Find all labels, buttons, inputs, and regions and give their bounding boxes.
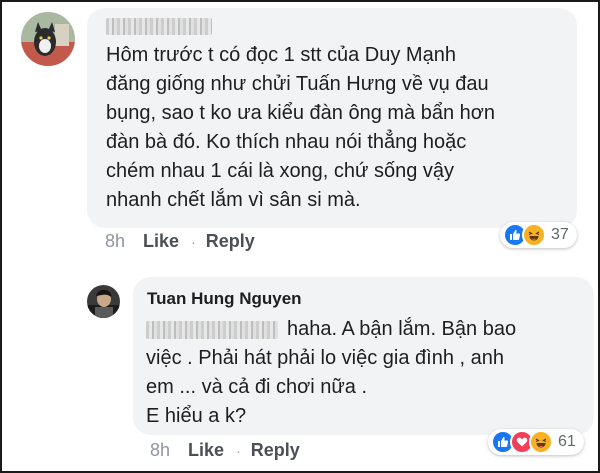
reaction-count: 37 [551,226,569,243]
comment-text: Hôm trước t có đọc 1 stt của Duy Mạnh đă… [106,44,495,211]
reply-reactions[interactable]: 61 [488,429,584,455]
reply-text-line-4: E hiểu a k? [146,405,247,427]
reply-text-line-1: haha. A bận lắm. Bận bao [287,318,517,340]
like-link[interactable]: Like [143,231,179,252]
haha-icon [529,430,553,454]
reply-author-name[interactable]: Tuan Hung Nguyen [147,289,302,309]
reply-bubble: Tuan Hung Nguyen haha. A bận lắm. Bận ba… [133,277,594,435]
blurred-mention [146,321,278,339]
screenshot-frame: Hôm trước t có đọc 1 stt của Duy Mạnh đă… [0,0,600,473]
comment-bubble: Hôm trước t có đọc 1 stt của Duy Mạnh đă… [87,8,577,228]
comment-actions: 8h Like · Reply [105,231,267,252]
comment-timestamp[interactable]: 8h [105,231,125,252]
blurred-author-name [106,18,212,35]
haha-icon [522,223,546,247]
reply-actions: 8h Like · Reply [150,440,312,461]
commenter-avatar[interactable] [21,12,75,66]
reply-timestamp[interactable]: 8h [150,440,170,461]
reply-like-link[interactable]: Like [188,440,224,461]
reply-text-line-2: việc . Phải hát phải lo việc gia đình , … [146,347,505,369]
reply-author-avatar[interactable] [87,285,120,318]
reaction-count: 61 [558,433,576,450]
reply-text-line-3: em ... và cả đi chơi nữa . [146,376,368,398]
separator-dot: · [191,233,196,250]
separator-dot: · [236,442,241,459]
comment-reactions[interactable]: 37 [500,222,577,248]
reply-reply-link[interactable]: Reply [251,440,300,461]
reply-link[interactable]: Reply [206,231,255,252]
